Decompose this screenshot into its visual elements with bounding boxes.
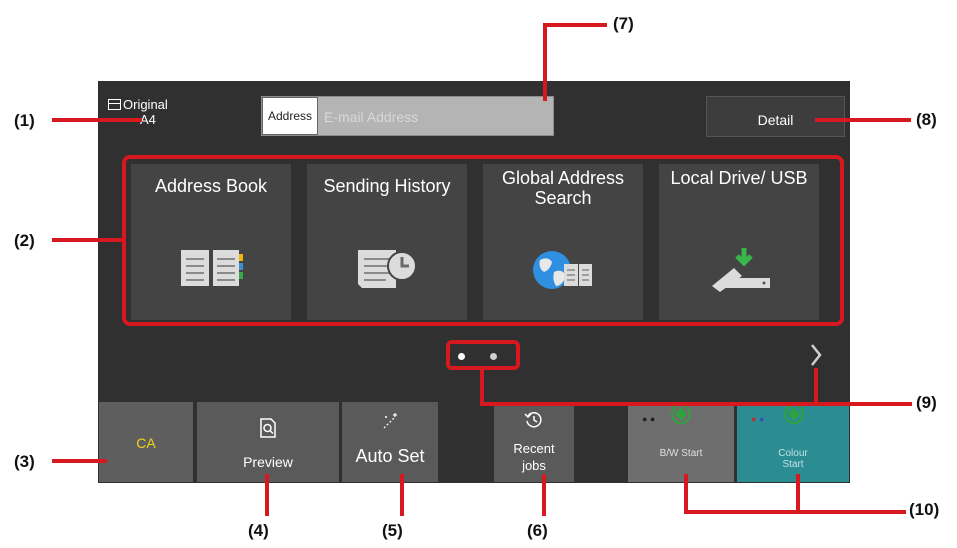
callout-line-4 xyxy=(265,474,269,516)
callout-6: (6) xyxy=(527,521,548,540)
address-entry-box: Address xyxy=(261,96,558,137)
callout-10: (10) xyxy=(909,500,940,519)
callout-line-1 xyxy=(52,118,142,122)
callout-line-9h xyxy=(480,402,912,406)
callout-line-5 xyxy=(400,474,404,516)
page-indicator[interactable] xyxy=(446,340,520,370)
colour-start-button[interactable]: ● ● Colour Start xyxy=(737,402,849,482)
callout-9: (9) xyxy=(916,393,937,412)
callout-1: (1) xyxy=(14,111,35,130)
callout-2: (2) xyxy=(14,231,35,250)
page-dot-active xyxy=(458,353,465,360)
recent-jobs-label: Recent jobs xyxy=(513,441,555,473)
preview-icon xyxy=(260,418,276,438)
email-address-input[interactable] xyxy=(320,97,558,137)
detail-button[interactable]: Detail xyxy=(706,96,845,137)
ca-button[interactable]: CA xyxy=(99,402,193,482)
callout-line-7h xyxy=(543,23,607,27)
magic-wand-icon xyxy=(383,413,397,429)
original-setting[interactable]: Original A4 xyxy=(108,97,198,127)
shortcut-address-book[interactable]: Address Book xyxy=(131,164,291,320)
callout-line-6 xyxy=(542,474,546,516)
shortcut-local-drive-usb[interactable]: Local Drive/ USB xyxy=(659,164,819,320)
bw-start-button[interactable]: ● ● B/W Start xyxy=(628,402,734,482)
colour-dots: ● ● xyxy=(751,414,765,424)
start-icon xyxy=(671,404,691,424)
page-dot xyxy=(490,353,497,360)
global-address-search-icon xyxy=(533,251,592,289)
shortcut-label: Local Drive/ USB xyxy=(670,168,808,188)
original-label: Original xyxy=(123,97,168,112)
bw-start-label: B/W Start xyxy=(659,448,703,459)
callout-line-2 xyxy=(52,238,124,242)
callout-line-7v xyxy=(543,23,547,101)
shortcut-sending-history[interactable]: Sending History xyxy=(307,164,467,320)
callout-7: (7) xyxy=(613,14,634,33)
history-clock-icon xyxy=(524,412,542,428)
start-icon xyxy=(784,404,804,424)
callout-5: (5) xyxy=(382,521,403,540)
callout-4: (4) xyxy=(248,521,269,540)
sending-history-icon xyxy=(358,250,417,288)
callout-8: (8) xyxy=(916,110,937,129)
recent-jobs-button[interactable]: Recent jobs xyxy=(494,402,574,482)
chevron-right-icon[interactable] xyxy=(808,342,824,368)
shortcut-label: Global Address Search xyxy=(501,168,625,208)
original-document-icon xyxy=(108,99,121,110)
auto-set-button[interactable]: Auto Set xyxy=(342,402,438,482)
auto-set-label: Auto Set xyxy=(355,446,425,466)
callout-line-3 xyxy=(52,459,107,463)
colour-start-label: Colour Start xyxy=(778,448,808,470)
address-book-icon xyxy=(181,250,243,286)
preview-button[interactable]: Preview xyxy=(197,402,339,482)
ca-label: CA xyxy=(136,435,156,451)
callout-line-10h xyxy=(684,510,906,514)
usb-icon xyxy=(712,248,770,292)
shortcut-label: Address Book xyxy=(154,176,268,196)
address-label: Address xyxy=(262,97,318,135)
original-size: A4 xyxy=(140,112,156,127)
preview-label: Preview xyxy=(243,454,293,470)
callout-3: (3) xyxy=(14,452,35,471)
shortcut-global-address-search[interactable]: Global Address Search xyxy=(483,164,643,320)
callout-line-9r xyxy=(814,368,818,406)
bw-dots: ● ● xyxy=(642,414,656,424)
callout-line-10v2 xyxy=(796,474,800,514)
callout-line-8 xyxy=(815,118,911,122)
shortcut-label: Sending History xyxy=(323,176,451,196)
callout-line-10v1 xyxy=(684,474,688,514)
callout-line-9v xyxy=(480,370,484,406)
